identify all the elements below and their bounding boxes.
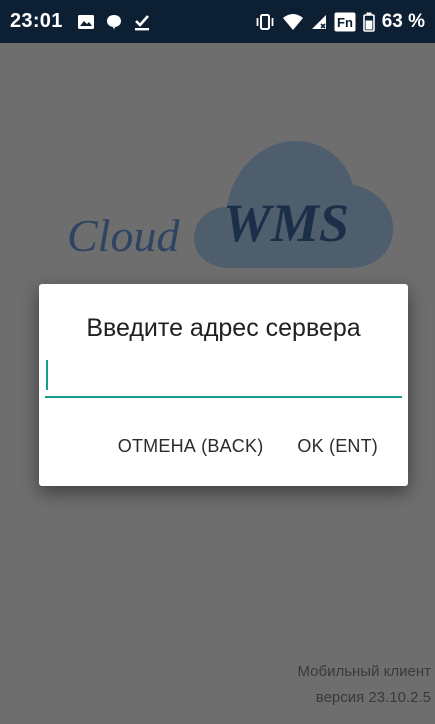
battery-icon [362, 12, 375, 32]
cancel-button[interactable]: ОТМЕНА (BACK) [118, 436, 264, 457]
text-cursor [46, 360, 48, 390]
svg-text:Fn: Fn [337, 15, 353, 30]
logo-cloud-word: Cloud [67, 210, 180, 261]
wifi-icon [282, 13, 304, 31]
version-info: Мобильный клиент версия 23.10.2.5 [297, 659, 431, 711]
image-icon [77, 14, 95, 30]
dialog-title: Введите адрес сервера [86, 314, 361, 342]
client-label: Мобильный клиент [297, 663, 431, 680]
dialog-actions: ОТМЕНА (BACK) OK (ENT) [118, 436, 378, 457]
notification-icons [77, 13, 151, 31]
ok-button[interactable]: OK (ENT) [297, 436, 378, 457]
vibrate-icon [255, 13, 275, 30]
chat-bubble-icon [105, 13, 123, 31]
cloud-wms-logo: Cloud WMS [55, 133, 400, 273]
version-label: версия 23.10.2.5 [315, 689, 431, 706]
fn-icon: Fn [334, 12, 356, 32]
status-time: 23:01 [10, 10, 63, 32]
signal-icon [311, 14, 327, 30]
battery-percent: 63 % [381, 10, 425, 32]
status-bar: 23:01 Fn 63 % [0, 0, 435, 43]
logo-wms-word: WMS [223, 193, 349, 253]
server-address-dialog: Введите адрес сервера ОТМЕНА (BACK) OK (… [39, 284, 408, 486]
download-done-icon [133, 13, 151, 31]
server-address-input[interactable] [45, 356, 402, 398]
system-icons: Fn 63 % [255, 11, 425, 33]
